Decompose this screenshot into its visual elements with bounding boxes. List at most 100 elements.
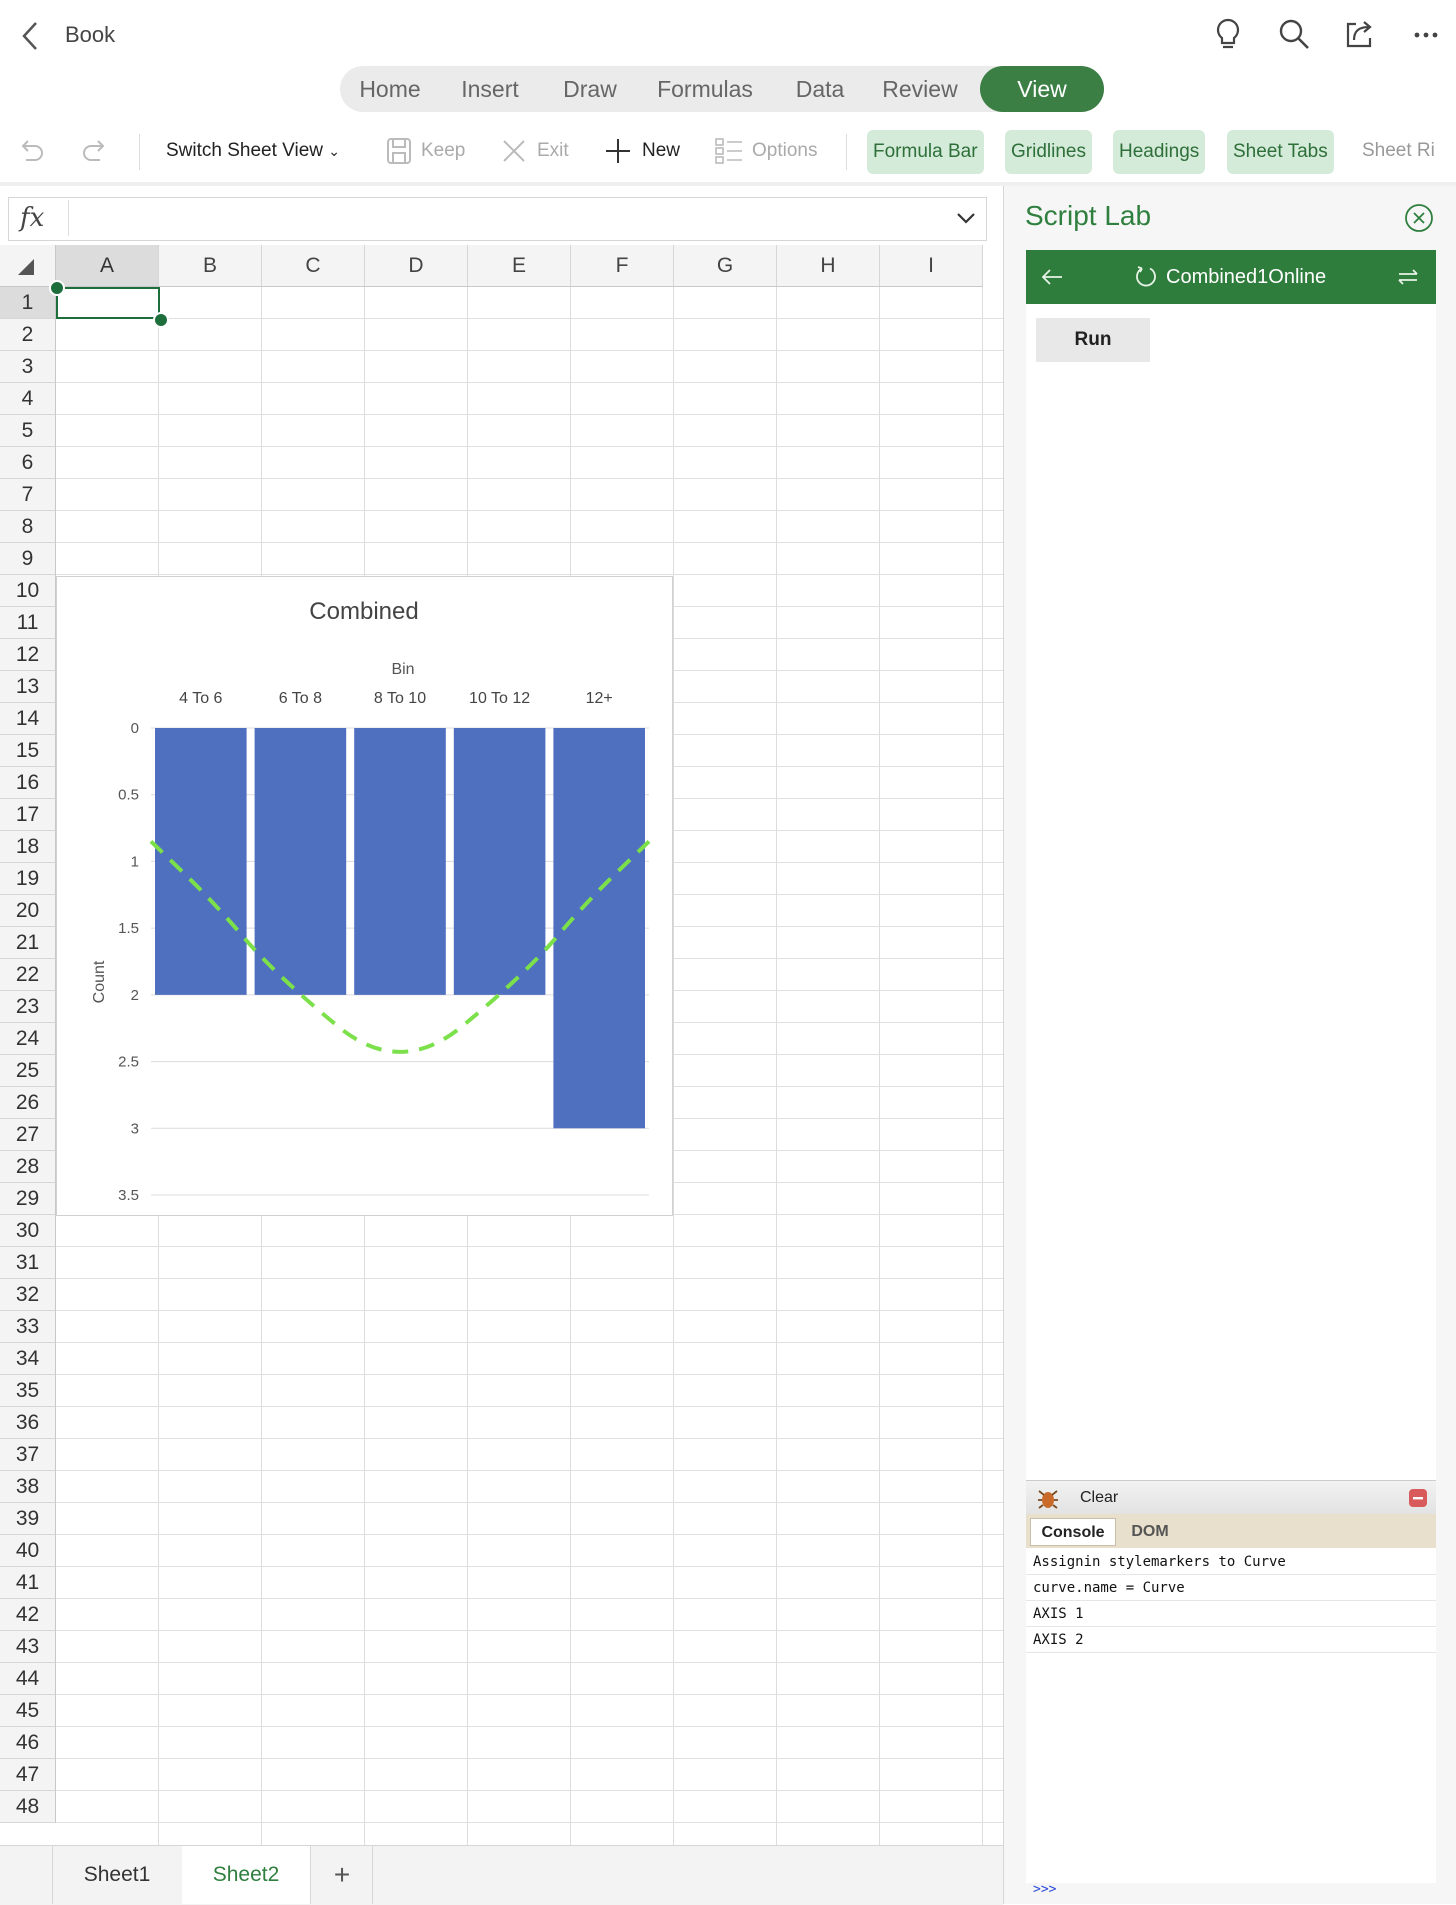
expand-formula-chevron-icon[interactable] <box>954 206 978 230</box>
headings-toggle[interactable]: Headings <box>1113 130 1206 174</box>
exit-button[interactable]: Exit <box>537 120 569 182</box>
spreadsheet-grid[interactable]: A B C D E F G H I 1 2 3 4 5 6 7 8 9 10 11 12 13 14 15 16 17 18 19 20… <box>0 245 1003 1845</box>
tab-data[interactable]: Data <box>770 66 870 112</box>
row-header-43[interactable]: 43 <box>0 1631 56 1663</box>
row-header-27[interactable]: 27 <box>0 1119 56 1151</box>
selection-handle-bottom-right[interactable] <box>153 312 169 328</box>
sheet-right-to-left-button[interactable]: Sheet Ri <box>1362 120 1456 182</box>
formula-bar-toggle[interactable]: Formula Bar <box>867 130 984 174</box>
lightbulb-icon[interactable] <box>1210 16 1246 52</box>
column-header-h[interactable]: H <box>777 245 880 287</box>
tab-view[interactable]: View <box>980 66 1104 112</box>
close-pane-icon[interactable] <box>1404 203 1434 233</box>
back-arrow-icon[interactable] <box>1040 265 1064 289</box>
sheet-tab-sheet1[interactable]: Sheet1 <box>53 1846 181 1904</box>
row-header-30[interactable]: 30 <box>0 1215 56 1247</box>
row-header-24[interactable]: 24 <box>0 1023 56 1055</box>
row-header-22[interactable]: 22 <box>0 959 56 991</box>
row-header-35[interactable]: 35 <box>0 1375 56 1407</box>
row-header-40[interactable]: 40 <box>0 1535 56 1567</box>
share-icon[interactable] <box>1342 16 1378 52</box>
row-header-31[interactable]: 31 <box>0 1247 56 1279</box>
switch-snippet-icon[interactable] <box>1396 265 1420 289</box>
row-header-44[interactable]: 44 <box>0 1663 56 1695</box>
row-header-13[interactable]: 13 <box>0 671 56 703</box>
row-header-15[interactable]: 15 <box>0 735 56 767</box>
row-header-7[interactable]: 7 <box>0 479 56 511</box>
row-header-38[interactable]: 38 <box>0 1471 56 1503</box>
tab-insert[interactable]: Insert <box>440 66 540 112</box>
tab-formulas[interactable]: Formulas <box>640 66 770 112</box>
chart-object[interactable]: Combined Bin Count 0 0.5 1 1.5 2 2.5 3 3.5 4 To… <box>56 576 673 1216</box>
row-header-34[interactable]: 34 <box>0 1343 56 1375</box>
row-header-26[interactable]: 26 <box>0 1087 56 1119</box>
row-header-21[interactable]: 21 <box>0 927 56 959</box>
row-header-36[interactable]: 36 <box>0 1407 56 1439</box>
row-header-23[interactable]: 23 <box>0 991 56 1023</box>
row-header-18[interactable]: 18 <box>0 831 56 863</box>
row-header-9[interactable]: 9 <box>0 543 56 575</box>
row-header-2[interactable]: 2 <box>0 319 56 351</box>
row-header-32[interactable]: 32 <box>0 1279 56 1311</box>
undo-icon[interactable] <box>16 136 46 166</box>
row-header-6[interactable]: 6 <box>0 447 56 479</box>
row-header-47[interactable]: 47 <box>0 1759 56 1791</box>
redo-icon[interactable] <box>80 136 110 166</box>
row-header-8[interactable]: 8 <box>0 511 56 543</box>
tab-draw[interactable]: Draw <box>540 66 640 112</box>
column-header-a[interactable]: A <box>56 245 159 287</box>
row-header-11[interactable]: 11 <box>0 607 56 639</box>
column-header-i[interactable]: I <box>880 245 983 287</box>
selection-handle-top-left[interactable] <box>49 280 65 296</box>
row-header-46[interactable]: 46 <box>0 1727 56 1759</box>
back-chevron-icon[interactable] <box>18 20 44 52</box>
sheet-tabs-toggle[interactable]: Sheet Tabs <box>1227 130 1334 174</box>
refresh-icon[interactable] <box>1134 265 1158 289</box>
row-header-20[interactable]: 20 <box>0 895 56 927</box>
column-header-f[interactable]: F <box>571 245 674 287</box>
close-console-icon[interactable] <box>1409 1489 1427 1507</box>
column-header-b[interactable]: B <box>159 245 262 287</box>
column-header-g[interactable]: G <box>674 245 777 287</box>
document-title[interactable]: Book <box>65 22 115 48</box>
switch-sheet-view-dropdown[interactable]: Switch Sheet View ⌄ <box>166 120 340 182</box>
row-header-12[interactable]: 12 <box>0 639 56 671</box>
tab-review[interactable]: Review <box>870 66 970 112</box>
selected-cell-A1[interactable] <box>56 287 160 319</box>
more-options-icon[interactable] <box>1408 16 1444 52</box>
tab-home[interactable]: Home <box>340 66 440 112</box>
new-sheet-view-button[interactable]: New <box>642 120 680 182</box>
row-header-48[interactable]: 48 <box>0 1791 56 1823</box>
sheet-tab-sheet2[interactable]: Sheet2 <box>182 1846 310 1904</box>
add-sheet-button[interactable]: + <box>312 1846 372 1904</box>
console-prompt[interactable]: >>> <box>1033 1882 1056 1897</box>
row-header-14[interactable]: 14 <box>0 703 56 735</box>
row-header-4[interactable]: 4 <box>0 383 56 415</box>
row-header-45[interactable]: 45 <box>0 1695 56 1727</box>
console-clear-button[interactable]: Clear <box>1080 1481 1118 1515</box>
column-header-d[interactable]: D <box>365 245 468 287</box>
row-header-3[interactable]: 3 <box>0 351 56 383</box>
run-button[interactable]: Run <box>1036 318 1150 362</box>
dom-tab[interactable]: DOM <box>1120 1518 1180 1546</box>
column-header-c[interactable]: C <box>262 245 365 287</box>
row-header-10[interactable]: 10 <box>0 575 56 607</box>
row-header-5[interactable]: 5 <box>0 415 56 447</box>
row-header-19[interactable]: 19 <box>0 863 56 895</box>
formula-input[interactable] <box>8 197 987 241</box>
row-header-29[interactable]: 29 <box>0 1183 56 1215</box>
row-header-16[interactable]: 16 <box>0 767 56 799</box>
options-button[interactable]: Options <box>752 120 817 182</box>
row-header-41[interactable]: 41 <box>0 1567 56 1599</box>
select-all-corner[interactable] <box>0 245 56 287</box>
row-header-33[interactable]: 33 <box>0 1311 56 1343</box>
row-header-28[interactable]: 28 <box>0 1151 56 1183</box>
row-header-42[interactable]: 42 <box>0 1599 56 1631</box>
row-header-37[interactable]: 37 <box>0 1439 56 1471</box>
console-tab[interactable]: Console <box>1030 1518 1116 1546</box>
row-header-1[interactable]: 1 <box>0 287 56 319</box>
row-header-17[interactable]: 17 <box>0 799 56 831</box>
row-header-25[interactable]: 25 <box>0 1055 56 1087</box>
row-header-39[interactable]: 39 <box>0 1503 56 1535</box>
column-header-e[interactable]: E <box>468 245 571 287</box>
